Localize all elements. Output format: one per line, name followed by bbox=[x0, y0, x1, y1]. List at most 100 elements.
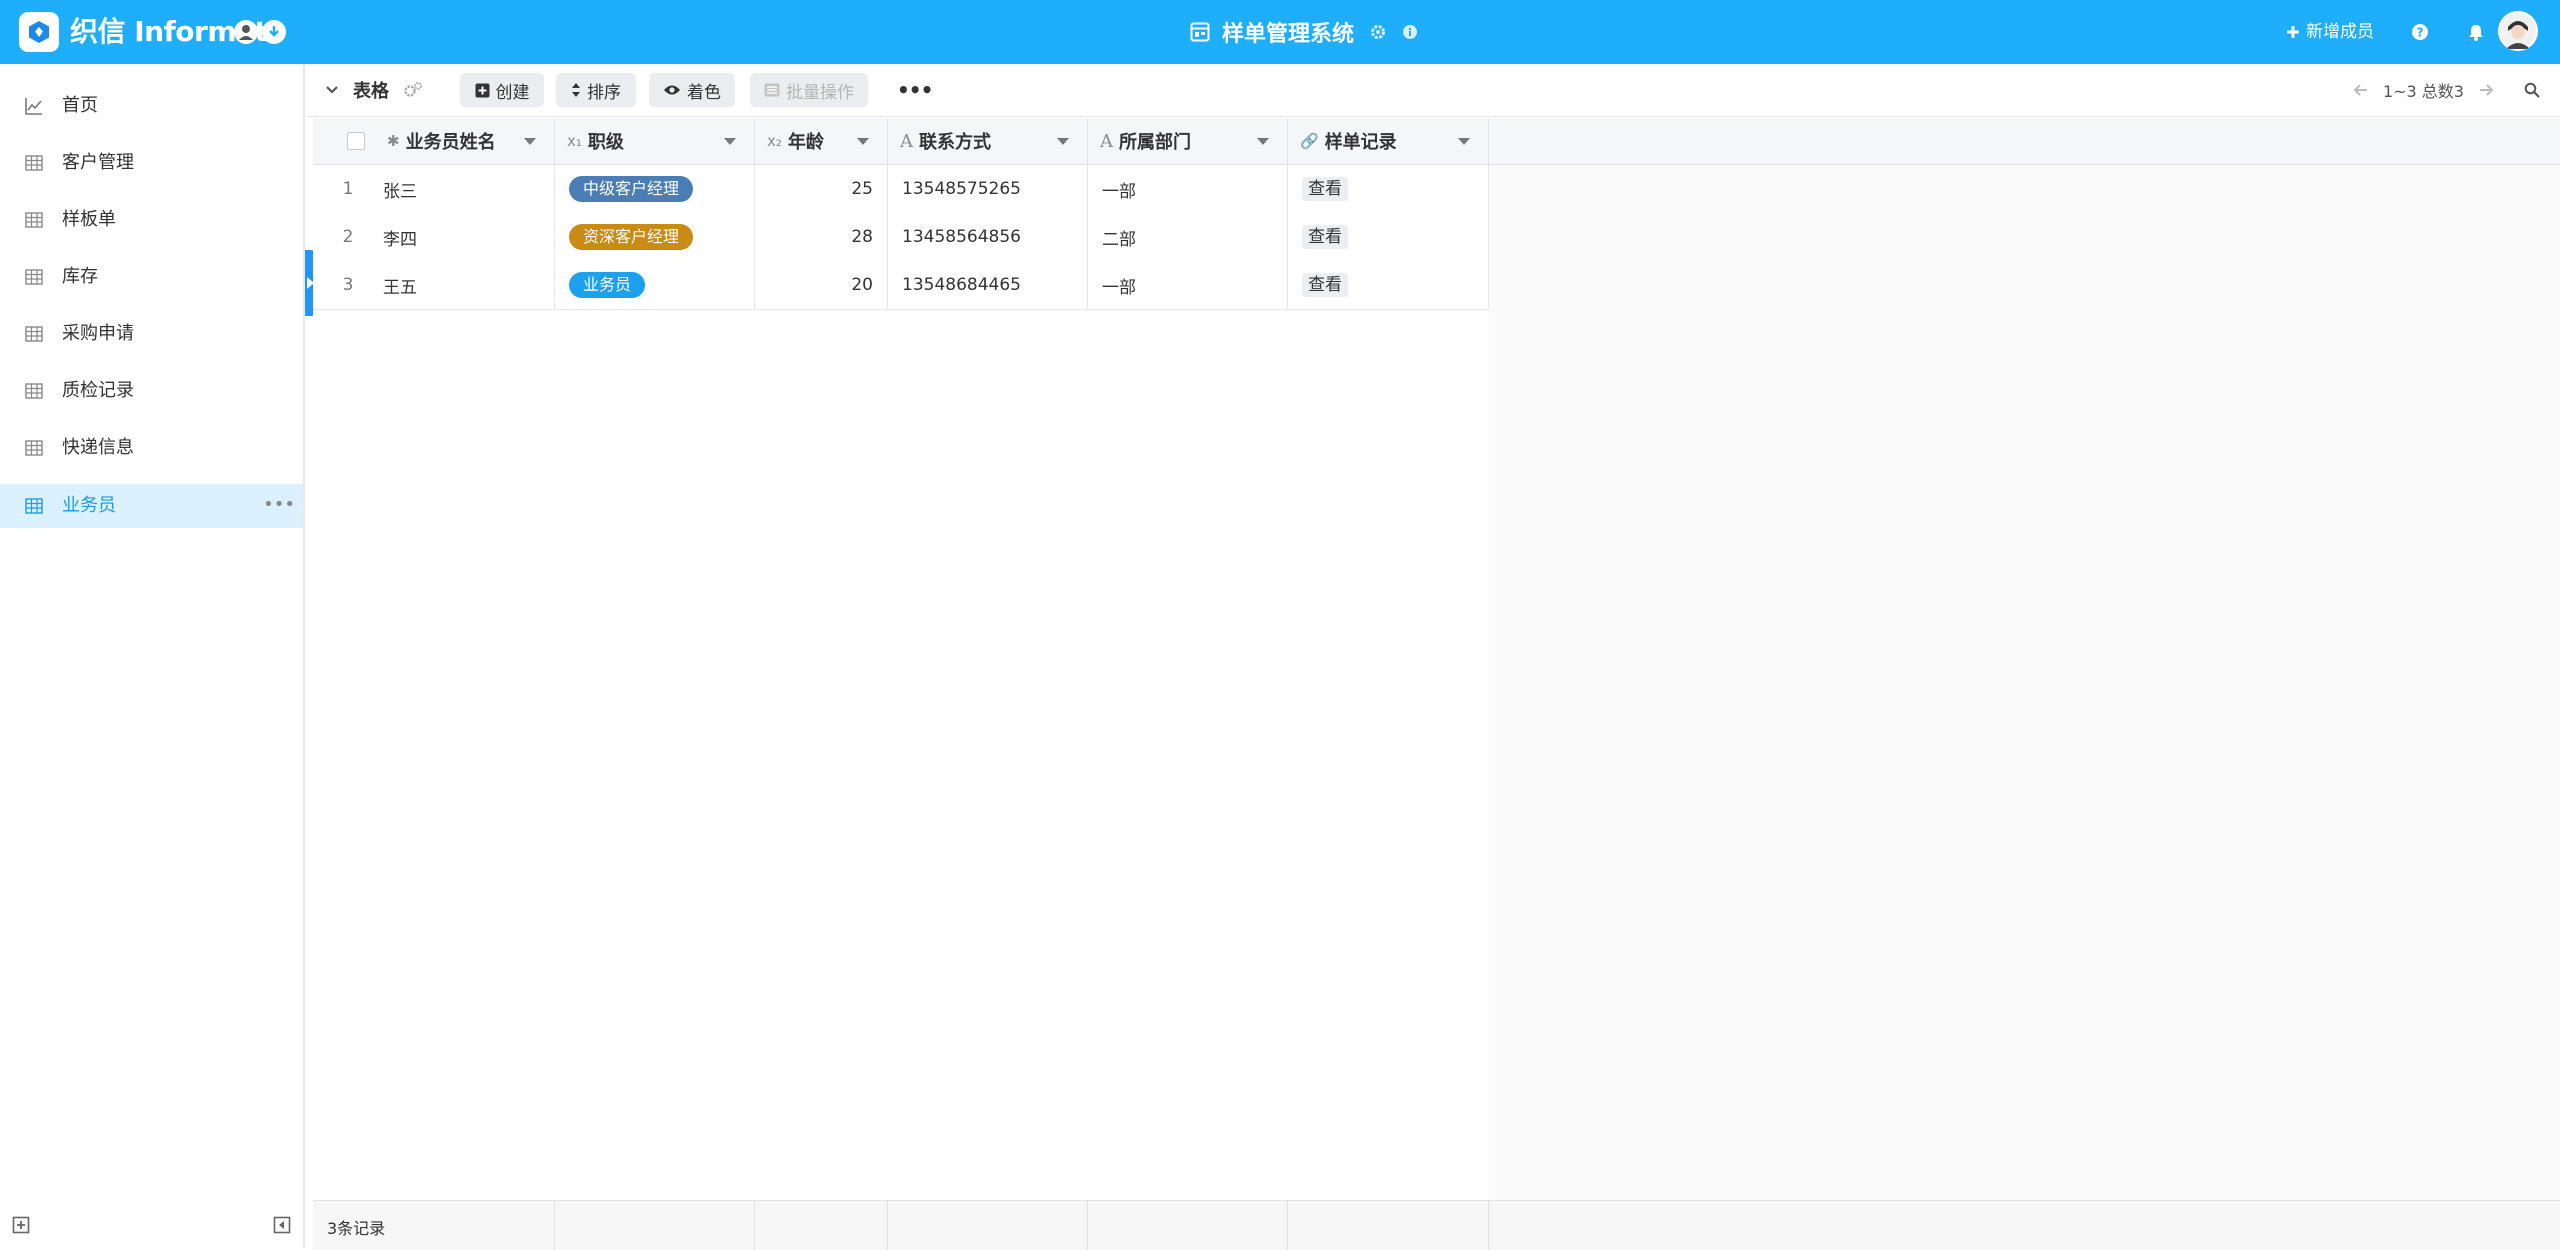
more-actions-icon[interactable]: ••• bbox=[897, 78, 933, 102]
chevron-down-icon[interactable] bbox=[724, 138, 736, 145]
add-member-label: 新增成员 bbox=[2306, 22, 2374, 42]
color-button[interactable]: 着色 bbox=[649, 73, 735, 107]
view-selector[interactable]: 表格 bbox=[325, 77, 423, 103]
table-icon bbox=[25, 155, 43, 171]
download-icon[interactable] bbox=[262, 20, 286, 44]
column-header-age[interactable]: x₂ 年龄 bbox=[755, 118, 888, 164]
cell-phone[interactable]: 13548575265 bbox=[888, 165, 1088, 213]
plus-icon bbox=[2287, 26, 2299, 38]
add-member-button[interactable]: 新增成员 bbox=[2286, 20, 2374, 44]
top-header: 织信 Informat 样单管理系统 新增成员 ? bbox=[0, 0, 2560, 64]
svg-text:?: ? bbox=[2417, 26, 2424, 40]
table-footer: 3条记录 bbox=[313, 1200, 2560, 1250]
batch-label: 批量操作 bbox=[786, 82, 854, 103]
cell-age[interactable]: 28 bbox=[755, 213, 888, 261]
cell-level[interactable]: 资深客户经理 bbox=[555, 213, 755, 261]
footer-cell: 3条记录 bbox=[313, 1201, 555, 1250]
cell-records[interactable]: 查看 bbox=[1288, 261, 1489, 309]
chevron-down-icon bbox=[326, 86, 338, 94]
sidebar-item-purchase[interactable]: 采购申请 bbox=[0, 312, 303, 356]
app-info-icon[interactable] bbox=[1402, 24, 1418, 40]
column-header-level[interactable]: x₁ 职级 bbox=[555, 118, 755, 164]
brand-logo[interactable] bbox=[19, 12, 59, 52]
app-icon bbox=[1190, 22, 1210, 42]
sidebar-item-label: 采购申请 bbox=[62, 323, 134, 344]
footer-cell[interactable] bbox=[1288, 1201, 1489, 1250]
cell-phone[interactable]: 13458564856 bbox=[888, 213, 1088, 261]
help-icon[interactable]: ? bbox=[2408, 20, 2432, 44]
bell-icon[interactable] bbox=[2464, 20, 2488, 44]
sidebar: 首页 客户管理 样板单 库存 采购申请 质检记录 快递信息 业务员 ••• bbox=[0, 64, 305, 1249]
sort-button[interactable]: 排序 bbox=[556, 73, 636, 107]
search-icon[interactable] bbox=[2524, 82, 2540, 98]
sidebar-item-customers[interactable]: 客户管理 bbox=[0, 141, 303, 185]
table-row[interactable]: 1 张三 中级客户经理 25 13548575265 一部 查看 bbox=[313, 165, 1489, 214]
chevron-down-icon[interactable] bbox=[1057, 138, 1069, 145]
sidebar-item-express[interactable]: 快递信息 bbox=[0, 426, 303, 470]
column-header-dept[interactable]: A 所属部门 bbox=[1088, 118, 1288, 164]
cell-text: 张三 bbox=[383, 181, 417, 202]
column-header-phone[interactable]: A 联系方式 bbox=[888, 118, 1088, 164]
add-page-icon[interactable] bbox=[12, 1216, 30, 1234]
cell-age[interactable]: 25 bbox=[755, 165, 888, 213]
cell-name[interactable]: 李四 bbox=[383, 213, 555, 261]
sidebar-item-label: 客户管理 bbox=[62, 152, 134, 173]
chevron-down-icon[interactable] bbox=[1458, 138, 1470, 145]
sidebar-item-quality[interactable]: 质检记录 bbox=[0, 369, 303, 413]
cell-records[interactable]: 查看 bbox=[1288, 213, 1489, 261]
column-label: 样单记录 bbox=[1324, 132, 1397, 153]
footer-cell[interactable] bbox=[1088, 1201, 1288, 1250]
table-header: ✱ 业务员姓名 x₁ 职级 x₂ 年龄 A 联系方式 A 所属部门 🔗 样单记录 bbox=[313, 118, 2560, 165]
cell-dept[interactable]: 二部 bbox=[1088, 213, 1288, 261]
column-header-name[interactable]: ✱ 业务员姓名 bbox=[313, 118, 555, 164]
view-records-link[interactable]: 查看 bbox=[1302, 225, 1348, 249]
view-records-link[interactable]: 查看 bbox=[1302, 273, 1348, 297]
cell-level[interactable]: 业务员 bbox=[555, 261, 755, 309]
more-options-icon[interactable]: ••• bbox=[263, 494, 295, 515]
row-number: 1 bbox=[342, 179, 354, 199]
cell-dept[interactable]: 一部 bbox=[1088, 261, 1288, 309]
chevron-down-icon[interactable] bbox=[524, 138, 536, 145]
cell-dept[interactable]: 一部 bbox=[1088, 165, 1288, 213]
cell-name[interactable]: 王五 bbox=[383, 261, 555, 309]
arrow-right-icon[interactable] bbox=[2478, 82, 2494, 98]
sidebar-item-home[interactable]: 首页 bbox=[0, 84, 303, 128]
user-avatar[interactable] bbox=[2498, 11, 2538, 51]
app-settings-icon[interactable] bbox=[1370, 24, 1386, 40]
column-header-records[interactable]: 🔗 样单记录 bbox=[1288, 118, 1489, 164]
sidebar-item-inventory[interactable]: 库存 bbox=[0, 255, 303, 299]
cell-age[interactable]: 20 bbox=[755, 261, 888, 309]
sidebar-item-label: 库存 bbox=[62, 266, 98, 287]
user-switch-icon[interactable] bbox=[234, 20, 258, 44]
sidebar-item-label: 首页 bbox=[62, 95, 98, 116]
chevron-down-icon[interactable] bbox=[857, 138, 869, 145]
cell-records[interactable]: 查看 bbox=[1288, 165, 1489, 213]
cell-phone[interactable]: 13548684465 bbox=[888, 261, 1088, 309]
footer-cell[interactable] bbox=[555, 1201, 755, 1250]
cell-text: 王五 bbox=[383, 277, 417, 298]
footer-cell[interactable] bbox=[888, 1201, 1088, 1250]
table-row[interactable]: 2 李四 资深客户经理 28 13458564856 二部 查看 bbox=[313, 213, 1489, 262]
chevron-down-icon[interactable] bbox=[1257, 138, 1269, 145]
column-label: 职级 bbox=[587, 132, 624, 153]
app-title-group: 样单管理系统 bbox=[1190, 14, 1418, 50]
eye-icon bbox=[664, 85, 680, 95]
batch-operation-button[interactable]: 批量操作 bbox=[750, 73, 868, 107]
footer-cell[interactable] bbox=[755, 1201, 888, 1250]
select-all-checkbox[interactable] bbox=[347, 132, 365, 150]
collapse-sidebar-icon[interactable] bbox=[273, 1216, 291, 1234]
arrow-left-icon[interactable] bbox=[2353, 82, 2369, 98]
sidebar-item-salesperson[interactable]: 业务员 ••• bbox=[0, 484, 303, 528]
table-row[interactable]: 3 王五 业务员 20 13548684465 一部 查看 bbox=[313, 261, 1489, 310]
view-settings-icon[interactable] bbox=[403, 81, 423, 99]
sidebar-item-samples[interactable]: 样板单 bbox=[0, 198, 303, 242]
sidebar-item-label: 质检记录 bbox=[62, 380, 134, 401]
table-icon bbox=[25, 498, 43, 514]
cell-name[interactable]: 张三 bbox=[383, 165, 555, 213]
column-label: 联系方式 bbox=[919, 132, 991, 153]
view-records-link[interactable]: 查看 bbox=[1302, 177, 1348, 201]
create-button[interactable]: 创建 bbox=[460, 73, 544, 107]
cell-level[interactable]: 中级客户经理 bbox=[555, 165, 755, 213]
level-tag: 中级客户经理 bbox=[569, 176, 694, 202]
record-count: 3条记录 bbox=[327, 1219, 386, 1238]
